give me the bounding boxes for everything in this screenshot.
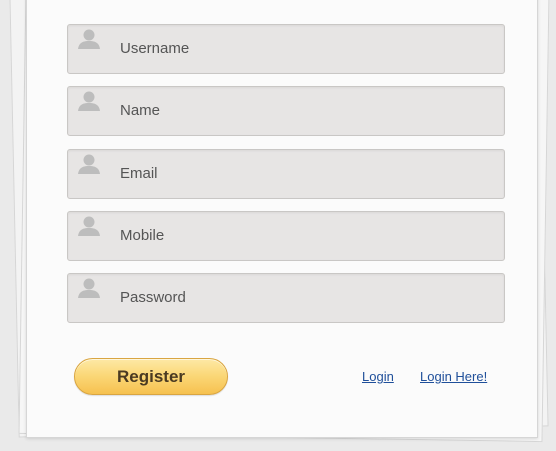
name-field[interactable] [67,86,505,136]
username-field[interactable] [67,24,505,74]
user-icon [76,277,102,299]
password-input[interactable] [120,274,490,322]
user-icon [76,90,102,112]
login-here-link[interactable]: Login Here! [420,369,487,384]
username-input[interactable] [120,25,490,73]
name-input[interactable] [120,87,490,135]
user-icon [76,215,102,237]
register-button[interactable]: Register [74,358,228,395]
user-icon [76,153,102,175]
mobile-field[interactable] [67,211,505,261]
email-field[interactable] [67,149,505,199]
password-field[interactable] [67,273,505,323]
login-link[interactable]: Login [362,369,394,384]
user-icon [76,28,102,50]
mobile-input[interactable] [120,212,490,260]
email-input[interactable] [120,150,490,198]
